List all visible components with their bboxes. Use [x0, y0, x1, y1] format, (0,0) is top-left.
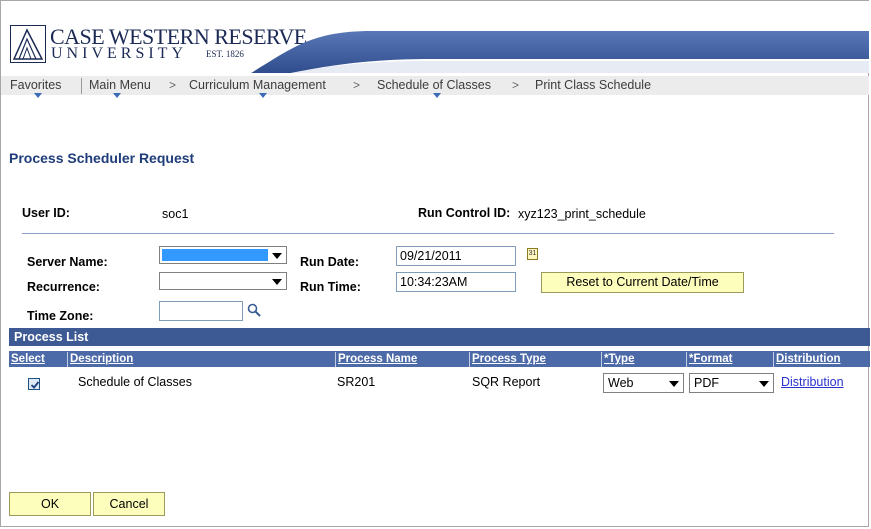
ok-button[interactable]: OK — [9, 492, 91, 516]
format-select-value: PDF — [694, 376, 719, 390]
header-swoosh — [251, 31, 869, 73]
col-header-distribution[interactable]: Distribution — [773, 352, 870, 367]
col-header-format[interactable]: *Format — [686, 352, 773, 367]
calendar-icon[interactable]: 31 — [527, 248, 538, 260]
server-name-select[interactable] — [159, 246, 287, 264]
logo-university-text: UNIVERSITY — [51, 45, 187, 62]
run-control-id-value: xyz123_print_schedule — [518, 207, 646, 221]
process-list-header: Process List — [9, 328, 870, 346]
run-control-id-label: Run Control ID: — [418, 206, 511, 220]
dropdown-arrow-icon[interactable] — [272, 253, 282, 259]
nav-divider — [81, 78, 82, 94]
cancel-button[interactable]: Cancel — [93, 492, 165, 516]
chevron-down-icon[interactable] — [433, 93, 441, 98]
process-list-column-headers: Select Description Process Name Process … — [9, 351, 870, 367]
logo-est-text: EST. 1826 — [206, 49, 244, 59]
dropdown-arrow-icon[interactable] — [759, 381, 769, 387]
nav-curriculum-management[interactable]: Curriculum Management — [189, 78, 326, 92]
run-date-label: Run Date: — [300, 255, 360, 269]
chevron-down-icon[interactable] — [34, 93, 42, 98]
reset-date-time-button[interactable]: Reset to Current Date/Time — [541, 272, 744, 293]
run-time-input[interactable]: 10:34:23AM — [396, 272, 516, 292]
dropdown-arrow-icon[interactable] — [669, 381, 679, 387]
nav-main-menu[interactable]: Main Menu — [89, 78, 151, 92]
type-select-value: Web — [608, 376, 634, 390]
nav-separator: > — [512, 78, 520, 92]
col-header-process-name[interactable]: Process Name — [335, 352, 469, 367]
run-date-input[interactable]: 09/21/2011 — [396, 246, 516, 266]
checkmark-icon — [30, 381, 40, 389]
col-header-description[interactable]: Description — [67, 352, 335, 367]
dropdown-arrow-icon[interactable] — [272, 279, 282, 285]
time-zone-input[interactable] — [159, 301, 243, 321]
format-select[interactable]: PDF — [689, 373, 774, 393]
logo-emblem-icon — [10, 25, 46, 63]
chevron-down-icon[interactable] — [113, 93, 121, 98]
section-divider — [22, 233, 834, 234]
nav-print-class-schedule[interactable]: Print Class Schedule — [535, 78, 651, 92]
col-header-select[interactable]: Select — [9, 352, 67, 367]
select-checkbox[interactable] — [28, 378, 40, 390]
header-banner: CASE WESTERN RESERVE UNIVERSITY EST. 182… — [1, 1, 869, 73]
user-id-label: User ID: — [22, 206, 70, 220]
time-zone-label: Time Zone: — [27, 309, 94, 323]
nav-schedule-of-classes[interactable]: Schedule of Classes — [377, 78, 491, 92]
breadcrumb-nav: Favorites Main Menu > Curriculum Managem… — [1, 76, 869, 98]
process-list-title: Process List — [14, 330, 89, 344]
run-time-label: Run Time: — [300, 280, 361, 294]
university-logo: CASE WESTERN RESERVE UNIVERSITY EST. 182… — [10, 24, 307, 71]
search-icon[interactable] — [247, 303, 261, 317]
nav-separator: > — [353, 78, 361, 92]
nav-separator: > — [169, 78, 177, 92]
col-header-type[interactable]: *Type — [601, 352, 686, 367]
col-header-process-type[interactable]: Process Type — [469, 352, 601, 367]
server-name-label: Server Name: — [27, 255, 108, 269]
recurrence-label: Recurrence: — [27, 280, 100, 294]
nav-favorites[interactable]: Favorites — [10, 78, 61, 92]
row-description: Schedule of Classes — [78, 375, 192, 389]
recurrence-select[interactable] — [159, 272, 287, 290]
page-title: Process Scheduler Request — [9, 150, 195, 166]
distribution-link[interactable]: Distribution — [781, 375, 844, 389]
row-process-name: SR201 — [337, 375, 376, 389]
type-select[interactable]: Web — [603, 373, 684, 393]
chevron-down-icon[interactable] — [259, 93, 267, 98]
user-id-value: soc1 — [162, 207, 189, 221]
row-process-type: SQR Report — [472, 375, 541, 389]
